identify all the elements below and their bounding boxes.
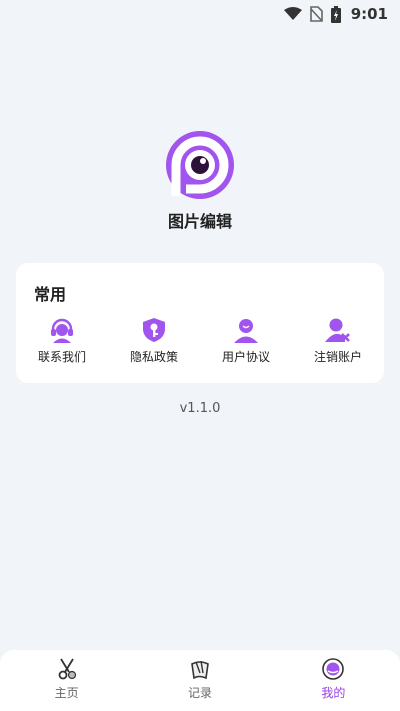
no-sim-icon — [309, 6, 323, 22]
tab-records[interactable]: 记录 — [133, 650, 266, 711]
tab-profile[interactable]: 我的 — [267, 650, 400, 711]
card-title: 常用 — [34, 285, 67, 304]
app-name: 图片编辑 — [167, 212, 232, 231]
tab-home-label: 主页 — [54, 686, 79, 700]
user-agreement-label: 用户协议 — [221, 350, 270, 364]
tab-home[interactable]: 主页 — [0, 650, 133, 711]
profile-circle-icon — [322, 658, 345, 680]
version-text: v1.1.0 — [179, 401, 221, 416]
delete-account-label: 注销账户 — [313, 350, 362, 364]
headset-icon — [51, 318, 73, 343]
app-header: 图片编辑 — [0, 130, 400, 232]
tab-records-label: 记录 — [187, 686, 212, 700]
function-row: 联系我们 隐私政策 用户协议 注销账户 — [16, 317, 384, 365]
clock: 9:01 — [350, 5, 388, 23]
tab-profile-label: 我的 — [321, 686, 346, 700]
scissors-icon — [58, 658, 76, 680]
delete-account-button[interactable]: 注销账户 — [292, 317, 384, 365]
common-functions-card: 常用 联系我们 隐私政策 用户协议 注销账户 — [16, 263, 384, 383]
user-icon — [234, 319, 258, 343]
contact-us-label: 联系我们 — [37, 350, 86, 364]
user-agreement-button[interactable]: 用户协议 — [200, 317, 292, 365]
privacy-policy-button[interactable]: 隐私政策 — [108, 317, 200, 365]
privacy-policy-label: 隐私政策 — [129, 350, 178, 364]
bottom-tab-bar: 主页 记录 我的 — [0, 650, 400, 711]
status-bar: 9:01 — [0, 0, 400, 28]
wifi-icon — [283, 7, 302, 20]
shield-key-icon — [143, 318, 165, 342]
pages-icon — [191, 660, 209, 680]
user-remove-icon — [325, 318, 350, 342]
battery-charging-icon — [330, 5, 341, 23]
app-logo-icon — [166, 131, 234, 199]
contact-us-button[interactable]: 联系我们 — [16, 317, 108, 365]
